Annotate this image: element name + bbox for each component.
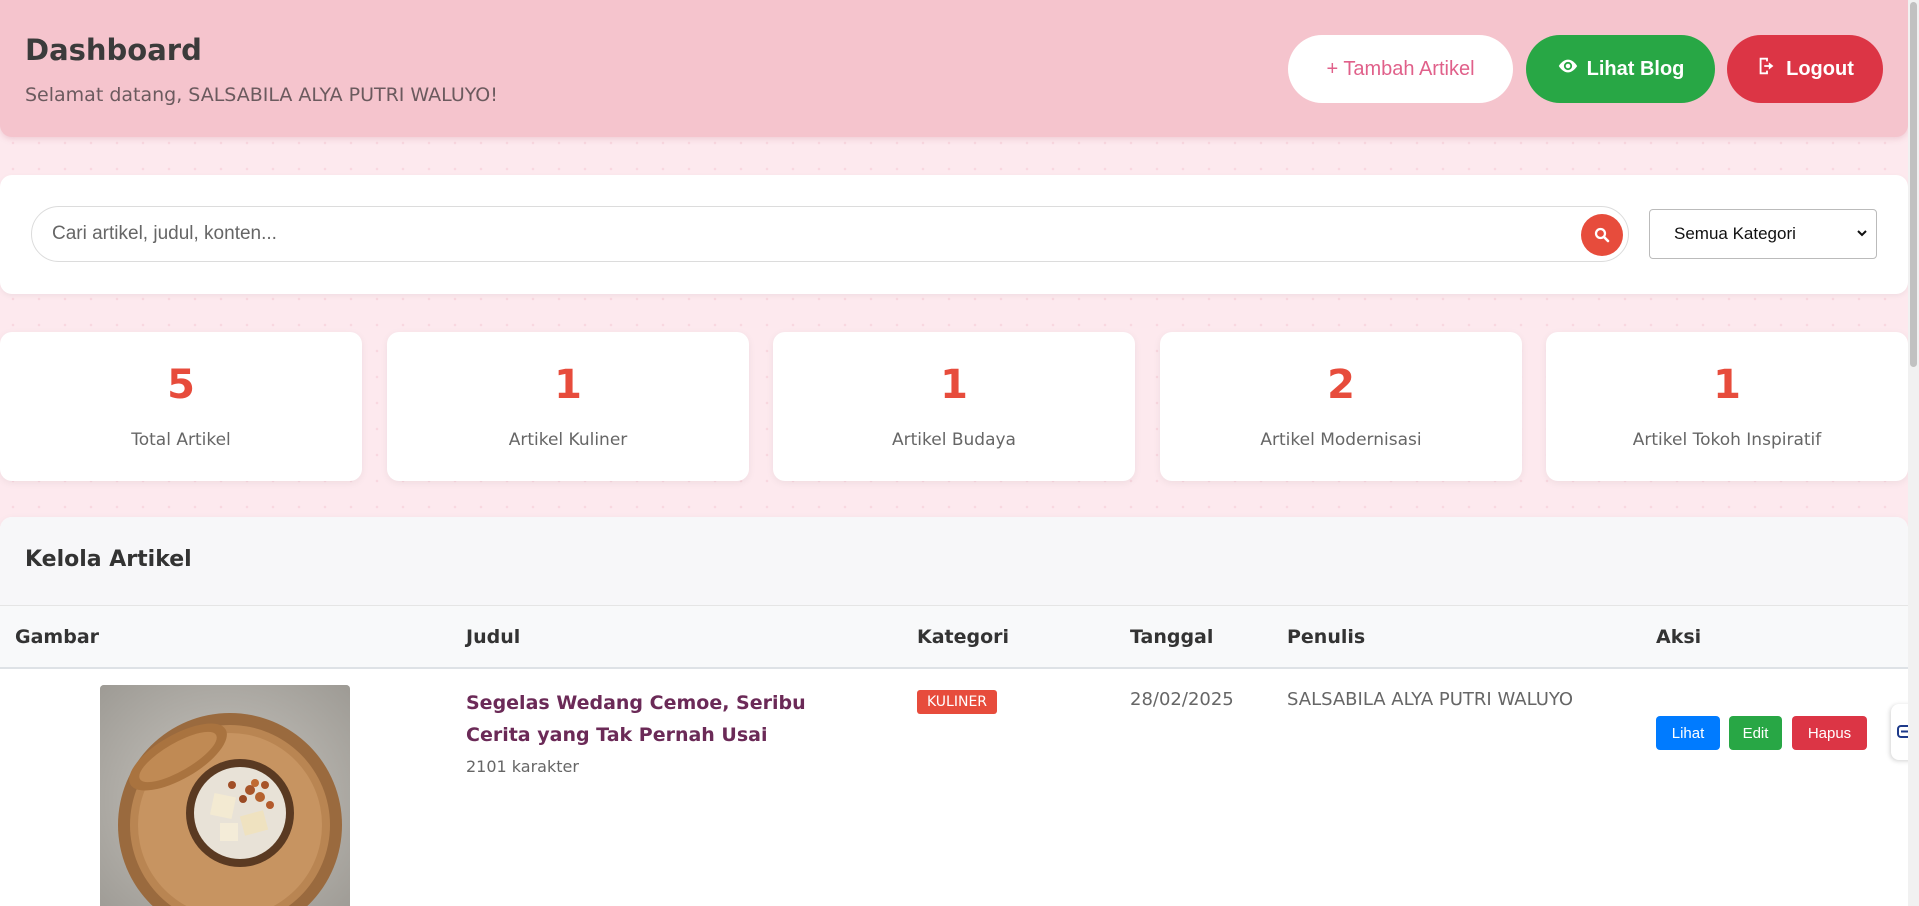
view-blog-button[interactable]: Lihat Blog [1526, 35, 1715, 103]
column-header-category: Kategori [917, 626, 1010, 648]
view-blog-label: Lihat Blog [1586, 57, 1685, 80]
stat-value: 1 [1713, 362, 1741, 408]
search-filter-card: Semua Kategori [0, 175, 1908, 294]
category-badge: KULINER [917, 690, 998, 714]
article-char-count: 2101 karakter [466, 757, 579, 776]
category-selected-value: Semua Kategori [1674, 224, 1796, 243]
sign-out-icon [1756, 55, 1778, 83]
search-input[interactable] [52, 217, 1552, 251]
stat-label: Artikel Modernisasi [1260, 430, 1422, 450]
stat-value: 2 [1327, 362, 1355, 408]
logout-label: Logout [1786, 57, 1854, 80]
stat-card-total: 5 Total Artikel [0, 332, 362, 481]
stat-card-budaya: 1 Artikel Budaya [773, 332, 1135, 481]
stat-value: 1 [940, 362, 968, 408]
stat-label: Artikel Budaya [892, 430, 1016, 450]
dashboard-header: Dashboard Selamat datang, SALSABILA ALYA… [0, 0, 1908, 137]
article-thumbnail [100, 685, 350, 906]
add-article-label: + Tambah Artikel [1326, 57, 1475, 80]
stat-label: Artikel Kuliner [508, 430, 628, 450]
category-select[interactable]: Semua Kategori [1649, 209, 1877, 259]
article-date: 28/02/2025 [1130, 689, 1234, 710]
column-header-actions: Aksi [1656, 626, 1702, 648]
page-scrollbar[interactable] [1908, 0, 1919, 906]
stat-label: Total Artikel [131, 430, 231, 450]
article-title-link[interactable]: Segelas Wedang Cemoe, Seribu Cerita yang… [466, 687, 866, 751]
table-header: Gambar Judul Kategori Tanggal Penulis Ak… [0, 606, 1908, 669]
column-header-date: Tanggal [1130, 626, 1214, 648]
add-article-button[interactable]: + Tambah Artikel [1288, 35, 1513, 103]
stat-label: Artikel Tokoh Inspiratif [1632, 430, 1822, 450]
page-title: Dashboard [25, 33, 202, 67]
chevron-down-icon [1857, 230, 1867, 237]
manage-articles-card: Kelola Artikel Gambar Judul Kategori Tan… [0, 517, 1908, 906]
column-header-image: Gambar [15, 626, 100, 648]
welcome-message: Selamat datang, SALSABILA ALYA PUTRI WAL… [25, 84, 498, 106]
search-button[interactable] [1581, 214, 1623, 256]
table-title-bar: Kelola Artikel [0, 517, 1908, 606]
delete-article-button[interactable]: Hapus [1792, 716, 1867, 750]
search-icon [1593, 226, 1611, 244]
eye-icon [1557, 55, 1579, 83]
edit-article-button[interactable]: Edit [1729, 716, 1782, 750]
column-header-title: Judul [466, 626, 521, 648]
column-header-author: Penulis [1287, 626, 1366, 648]
view-article-button[interactable]: Lihat [1656, 716, 1720, 750]
stat-card-tokoh-inspiratif: 1 Artikel Tokoh Inspiratif [1546, 332, 1908, 481]
article-author: SALSABILA ALYA PUTRI WALUYO [1287, 689, 1574, 710]
dashboard-page: Dashboard Selamat datang, SALSABILA ALYA… [0, 0, 1919, 906]
scrollbar-thumb[interactable] [1910, 2, 1917, 367]
stat-value: 5 [167, 362, 195, 408]
stat-value: 1 [554, 362, 582, 408]
stat-card-modernisasi: 2 Artikel Modernisasi [1160, 332, 1522, 481]
search-box [31, 206, 1629, 262]
section-title: Kelola Artikel [25, 547, 192, 572]
logout-button[interactable]: Logout [1727, 35, 1883, 103]
table-row: Segelas Wedang Cemoe, Seribu Cerita yang… [0, 669, 1908, 906]
stat-card-kuliner: 1 Artikel Kuliner [387, 332, 749, 481]
